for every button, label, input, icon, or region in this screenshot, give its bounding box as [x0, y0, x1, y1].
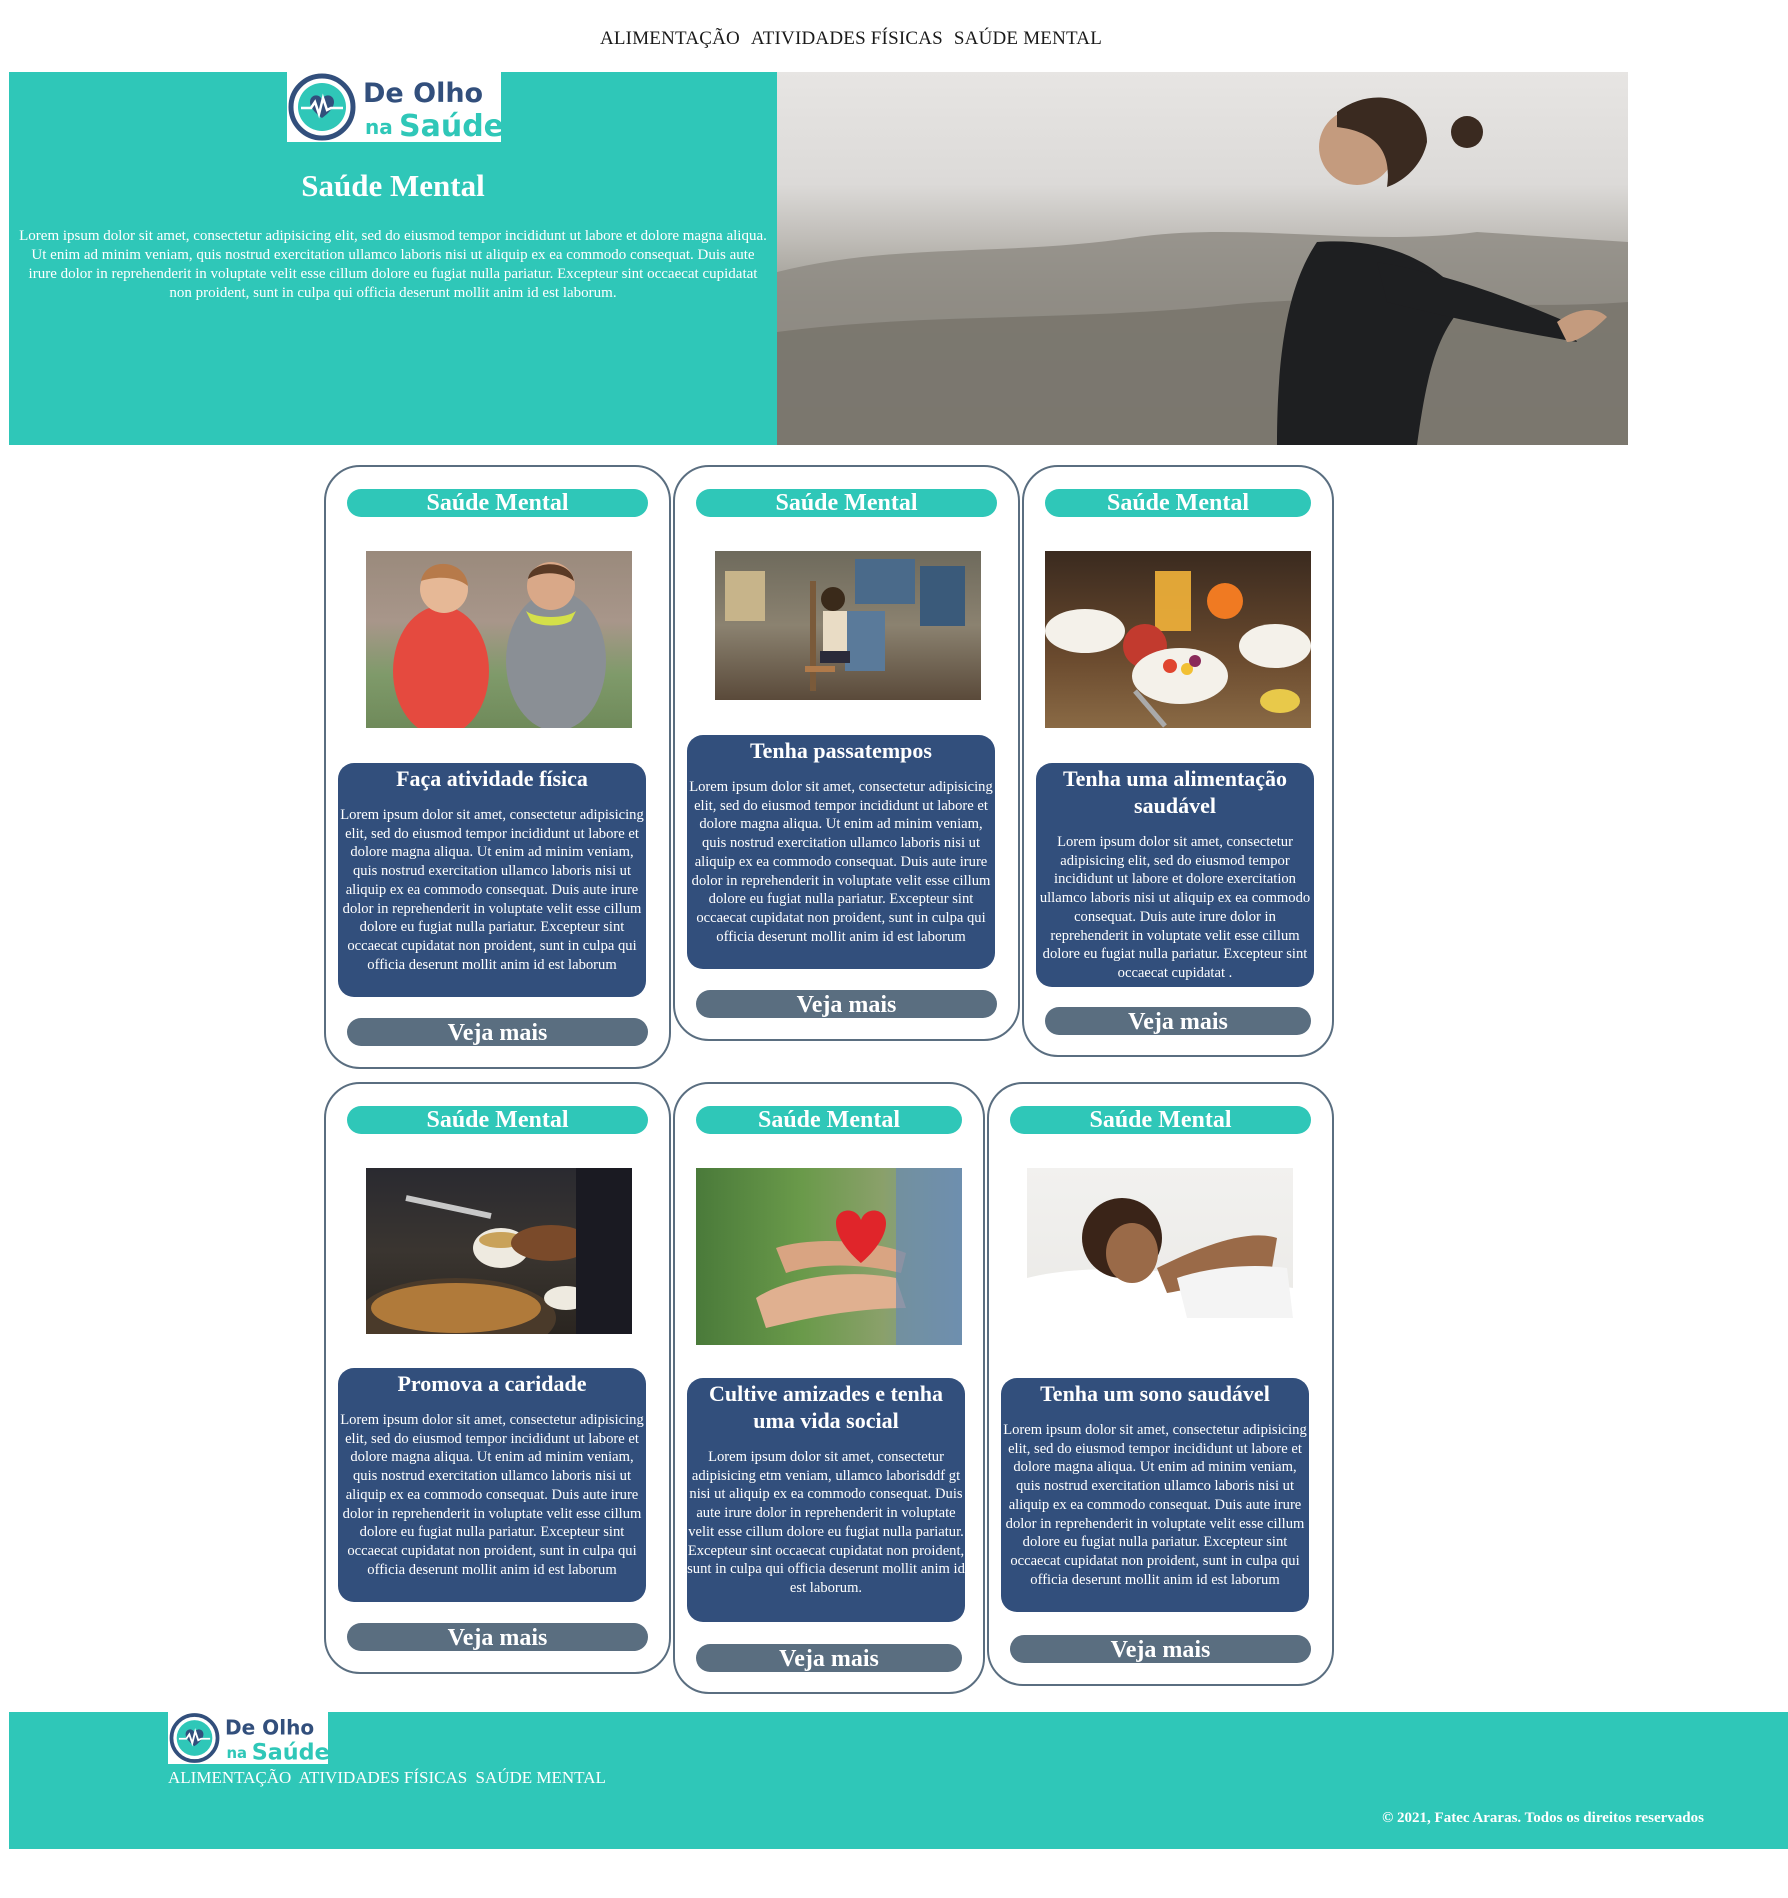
veja-mais-button[interactable]: Veja mais	[347, 1018, 648, 1046]
hero-text-panel: De Olho na Saúde Saúde Mental Lorem ipsu…	[9, 72, 777, 445]
card-category-pill[interactable]: Saúde Mental	[347, 1106, 648, 1134]
card-image-jogging	[366, 551, 632, 728]
card-text: Lorem ipsum dolor sit amet, consectetur …	[687, 1449, 965, 1596]
veja-mais-button[interactable]: Veja mais	[347, 1623, 648, 1651]
card-content-panel: Tenha passatempos Lorem ipsum dolor sit …	[687, 735, 995, 969]
card-content-panel: Cultive amizades e tenha uma vida social…	[687, 1378, 965, 1622]
card-image-charity	[366, 1168, 632, 1334]
footer-nav: ALIMENTAÇÃO ATIVIDADES FÍSICAS SAÚDE MEN…	[168, 1768, 610, 1788]
nav-link-atividades-fisicas[interactable]: ATIVIDADES FÍSICAS	[751, 28, 943, 49]
hero-photo	[777, 72, 1628, 445]
copyright-text: © 2021, Fatec Araras. Todos os direitos …	[1382, 1810, 1704, 1826]
footer-logo-line2a: na	[226, 1744, 247, 1762]
card-category-pill[interactable]: Saúde Mental	[1045, 489, 1311, 517]
card-sono: Saúde Mental Tenha um sono saudável Lore…	[987, 1082, 1334, 1686]
logo-line2b: Saúde	[399, 109, 501, 142]
nav-link-saude-mental[interactable]: SAÚDE MENTAL	[954, 28, 1102, 49]
card-text: Lorem ipsum dolor sit amet, consectetur …	[340, 807, 644, 973]
card-text: Lorem ipsum dolor sit amet, consectetur …	[1039, 834, 1311, 981]
footer: De Olho na Saúde ALIMENTAÇÃO ATIVIDADES …	[9, 1712, 1788, 1849]
logo-line1: De Olho	[363, 78, 483, 109]
card-title: Promova a caridade	[397, 1371, 587, 1396]
card-image-sleeping	[1027, 1168, 1293, 1345]
card-amizades: Saúde Mental Cultive amizades e tenha um…	[673, 1082, 985, 1694]
card-passatempos: Saúde Mental Tenha passatempos Lorem ips…	[673, 465, 1020, 1041]
card-text: Lorem ipsum dolor sit amet, consectetur …	[689, 779, 993, 945]
card-title: Tenha um sono saudável	[1040, 1381, 1270, 1406]
card-text: Lorem ipsum dolor sit amet, consectetur …	[340, 1412, 644, 1578]
logo-heart-icon: De Olho na Saúde	[169, 1713, 330, 1766]
card-alimentacao: Saúde Mental Tenha uma alimentação saudá…	[1022, 465, 1334, 1057]
card-category-pill[interactable]: Saúde Mental	[1010, 1106, 1311, 1134]
veja-mais-button[interactable]: Veja mais	[1010, 1635, 1311, 1663]
card-category-pill[interactable]: Saúde Mental	[696, 489, 997, 517]
card-content-panel: Tenha um sono saudável Lorem ipsum dolor…	[1001, 1378, 1309, 1612]
nav-link-alimentacao[interactable]: ALIMENTAÇÃO	[600, 28, 740, 49]
card-atividade-fisica: Saúde Mental Faça atividade física Lorem…	[324, 465, 671, 1069]
logo-line2a: na	[365, 115, 393, 139]
hero-banner: De Olho na Saúde Saúde Mental Lorem ipsu…	[9, 72, 1628, 445]
card-caridade: Saúde Mental Promova a caridade Lorem ip…	[324, 1082, 671, 1674]
site-logo[interactable]: De Olho na Saúde	[287, 72, 504, 144]
hero-title: Saúde Mental	[301, 168, 485, 203]
card-content-panel: Tenha uma alimentação saudável Lorem ips…	[1036, 763, 1314, 987]
footer-link-alimentacao[interactable]: ALIMENTAÇÃO	[168, 1768, 291, 1787]
card-text: Lorem ipsum dolor sit amet, consectetur …	[1003, 1422, 1307, 1588]
card-image-breakfast	[1045, 551, 1311, 728]
veja-mais-button[interactable]: Veja mais	[696, 990, 997, 1018]
footer-logo-line2b: Saúde	[252, 1740, 328, 1764]
card-title: Tenha passatempos	[750, 738, 932, 763]
top-nav: ALIMENTAÇÃO ATIVIDADES FÍSICAS SAÚDE MEN…	[0, 28, 1702, 50]
footer-logo[interactable]: De Olho na Saúde	[168, 1712, 330, 1766]
card-title: Cultive amizades e tenha uma vida social	[708, 1381, 944, 1433]
card-content-panel: Faça atividade física Lorem ipsum dolor …	[338, 763, 646, 997]
veja-mais-button[interactable]: Veja mais	[1045, 1007, 1311, 1035]
footer-link-atividades-fisicas[interactable]: ATIVIDADES FÍSICAS	[299, 1768, 468, 1787]
card-category-pill[interactable]: Saúde Mental	[696, 1106, 962, 1134]
card-category-pill[interactable]: Saúde Mental	[347, 489, 648, 517]
card-title: Faça atividade física	[396, 766, 588, 791]
veja-mais-button[interactable]: Veja mais	[696, 1644, 962, 1672]
card-title: Tenha uma alimentação saudável	[1062, 766, 1288, 818]
hero-text: Lorem ipsum dolor sit amet, consectetur …	[19, 228, 767, 301]
footer-logo-line1: De Olho	[225, 1715, 314, 1739]
card-image-painting	[715, 551, 981, 700]
logo-heart-icon: De Olho na Saúde	[288, 73, 504, 144]
footer-link-saude-mental[interactable]: SAÚDE MENTAL	[475, 1768, 605, 1787]
card-image-heart-hands	[696, 1168, 962, 1345]
card-content-panel: Promova a caridade Lorem ipsum dolor sit…	[338, 1368, 646, 1602]
